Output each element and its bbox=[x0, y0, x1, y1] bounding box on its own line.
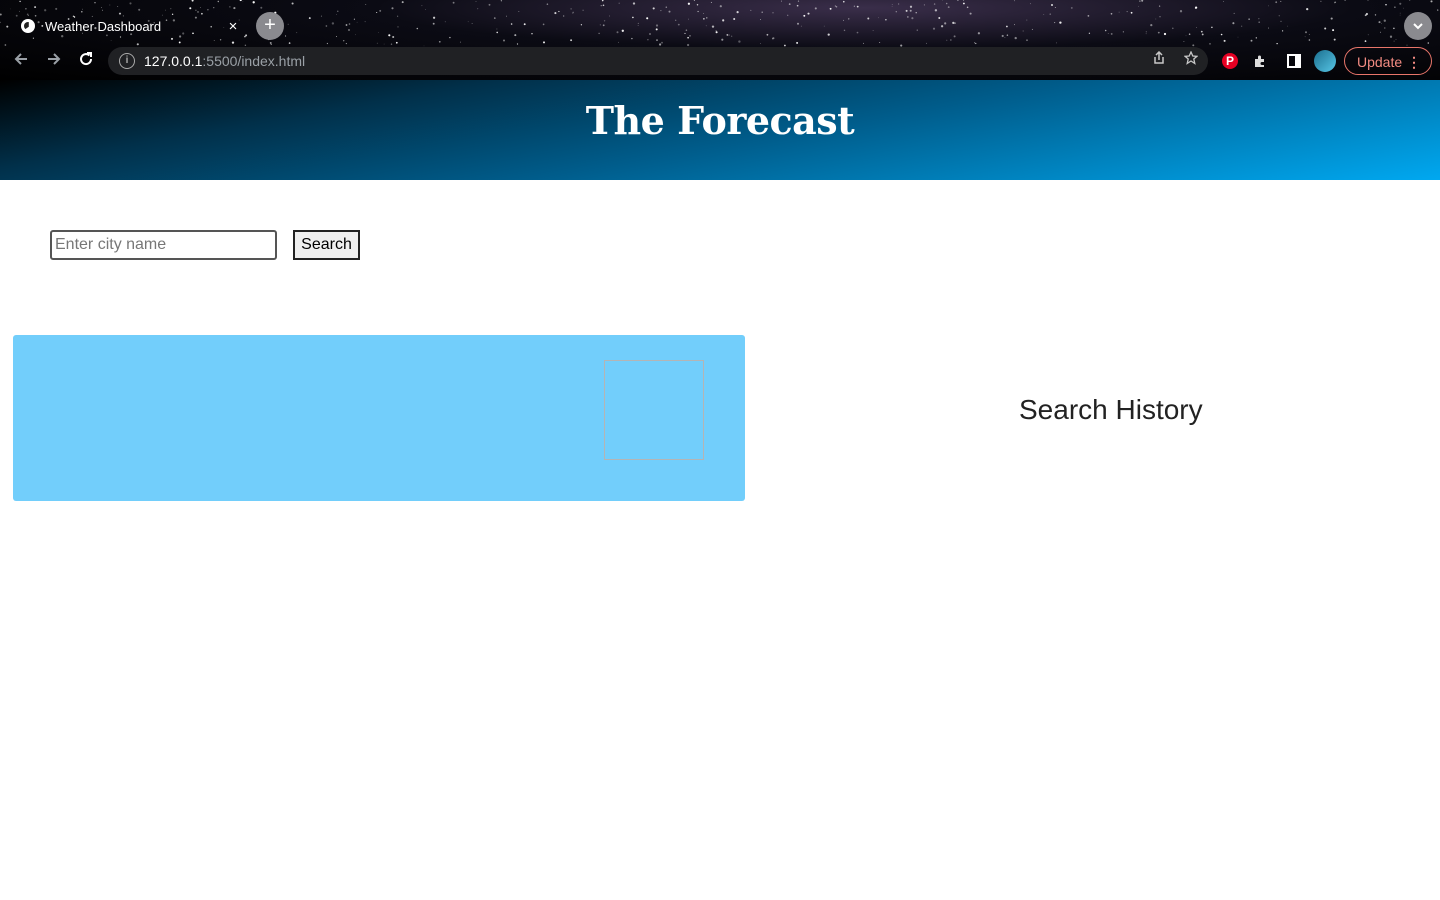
url-path: :5500/index.html bbox=[202, 53, 306, 69]
pinterest-icon[interactable]: P bbox=[1222, 53, 1238, 69]
arrow-right-icon bbox=[48, 53, 61, 65]
search-history-title: Search History bbox=[1019, 394, 1203, 425]
browser-chrome: Weather Dashboard × + i 127.0.0.1:5500/i… bbox=[0, 0, 1440, 80]
back-button[interactable] bbox=[10, 50, 32, 72]
url-text[interactable]: 127.0.0.1:5500/index.html bbox=[144, 53, 305, 69]
reload-button[interactable] bbox=[75, 50, 97, 72]
update-button[interactable]: Update ⋮ bbox=[1344, 47, 1432, 75]
address-bar[interactable]: i 127.0.0.1:5500/index.html bbox=[108, 47, 1208, 75]
arrow-left-icon bbox=[14, 53, 27, 65]
forward-button[interactable] bbox=[43, 50, 65, 72]
new-tab-button[interactable]: + bbox=[256, 12, 284, 40]
share-icon[interactable] bbox=[1152, 50, 1166, 68]
globe-icon bbox=[21, 19, 35, 33]
info-icon[interactable]: i bbox=[119, 53, 135, 69]
reload-icon bbox=[80, 52, 93, 66]
sidebar-icon[interactable] bbox=[1284, 51, 1304, 71]
chevron-down-icon bbox=[1413, 23, 1423, 30]
city-search-input[interactable] bbox=[50, 230, 277, 260]
page-title: The Forecast bbox=[585, 98, 855, 143]
close-icon[interactable]: × bbox=[224, 18, 242, 35]
more-vert-icon: ⋮ bbox=[1407, 54, 1421, 70]
search-button[interactable]: Search bbox=[293, 230, 360, 260]
weather-icon bbox=[604, 360, 704, 460]
page-header: The Forecast bbox=[0, 80, 1440, 180]
extensions-icon[interactable] bbox=[1250, 51, 1270, 71]
current-weather-card bbox=[13, 335, 745, 501]
browser-tab[interactable]: Weather Dashboard × bbox=[8, 8, 248, 44]
tab-search-button[interactable] bbox=[1404, 12, 1432, 40]
update-label: Update bbox=[1357, 54, 1403, 70]
tab-title: Weather Dashboard bbox=[45, 18, 162, 34]
profile-avatar[interactable] bbox=[1314, 50, 1336, 72]
url-host: 127.0.0.1 bbox=[144, 53, 203, 69]
bookmark-star-icon[interactable] bbox=[1183, 50, 1199, 68]
